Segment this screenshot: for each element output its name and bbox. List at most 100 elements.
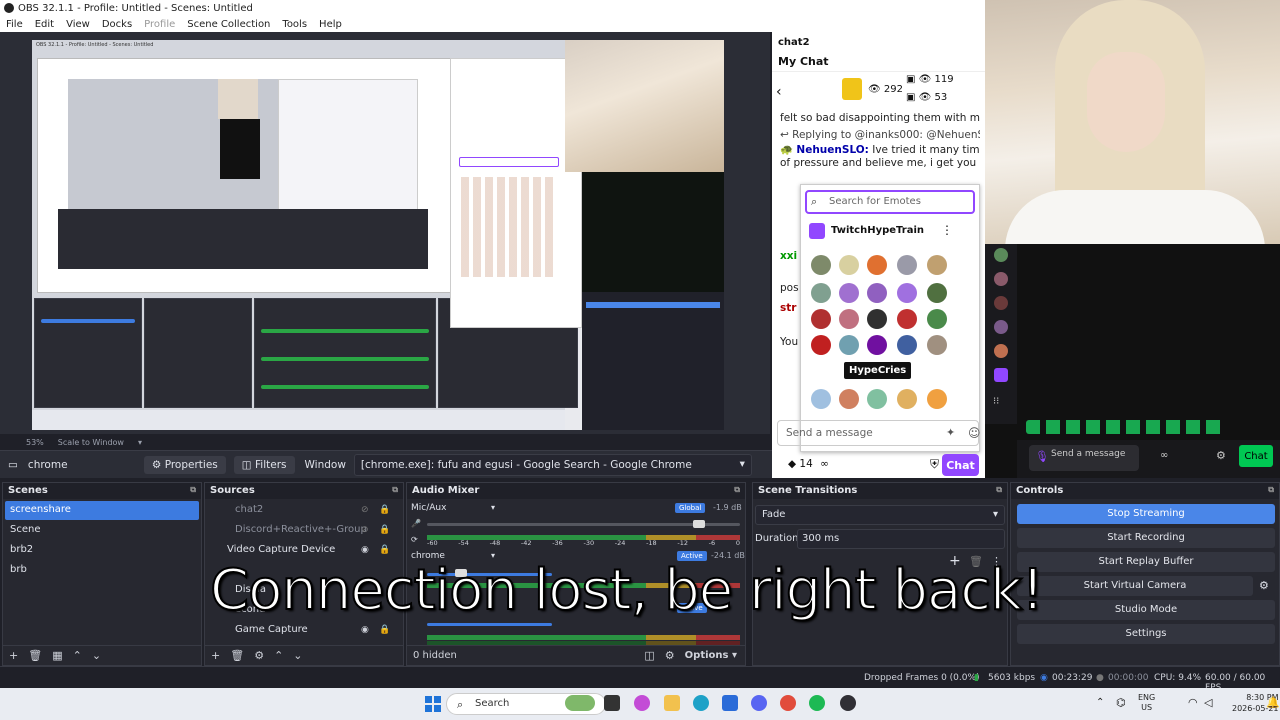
file-explorer-icon[interactable]	[664, 695, 680, 711]
filters-button[interactable]: ◫ Filters	[233, 455, 295, 474]
discord-icon[interactable]	[751, 695, 767, 711]
source-item[interactable]: Game Capture	[207, 621, 401, 640]
preview-canvas[interactable]: OBS 32.1.1 - Profile: Untitled - Scenes:…	[32, 40, 724, 430]
eye-icon[interactable]: ◉	[361, 625, 369, 635]
stream-chat-button[interactable]: Chat	[1239, 445, 1273, 467]
volume-slider-knob[interactable]	[693, 520, 705, 528]
shield-icon[interactable]: ⛨	[930, 457, 939, 472]
chevron-down-icon: ▾	[992, 509, 998, 520]
scenes-footer: + 🗑 ▦ ⌃ ⌄	[3, 645, 201, 665]
options-button[interactable]: Options ▾	[685, 650, 737, 661]
hidden-count: 0 hidden	[413, 650, 457, 661]
store-icon[interactable]	[722, 695, 738, 711]
menu-file[interactable]: File	[0, 19, 29, 30]
scene-item[interactable]: brb2	[5, 541, 199, 560]
emote-search-input[interactable]: Search for Emotes	[805, 190, 975, 214]
lock-icon[interactable]: 🔒	[379, 545, 390, 555]
chevron-up-icon[interactable]: ⌃	[1096, 697, 1104, 708]
move-up-icon[interactable]: ⌃	[73, 649, 82, 662]
duration-input[interactable]: 300 ms	[797, 529, 1005, 549]
undock-icon[interactable]: ⧉	[190, 485, 196, 495]
copilot-icon[interactable]	[634, 695, 650, 711]
zoom-level[interactable]: 53%	[26, 438, 44, 447]
add-icon[interactable]: +	[9, 649, 18, 662]
mic-icon[interactable]: 🎤	[411, 519, 421, 528]
mic-icon[interactable]: 🎙	[1035, 450, 1049, 463]
window-select[interactable]: [chrome.exe]: fufu and egusi - Google Se…	[353, 453, 752, 476]
wifi-icon[interactable]: ◠	[1188, 696, 1198, 709]
mixer-gear-icon[interactable]: ⚙	[665, 649, 675, 662]
chat-bottom-bar: ◆ 14 ∞ ⛨ ⚙ Chat	[772, 450, 985, 478]
edge-icon[interactable]	[693, 695, 709, 711]
chat-title: My Chat	[772, 52, 985, 72]
lock-icon[interactable]: 🔒	[379, 625, 390, 635]
undock-icon[interactable]: ⧉	[996, 485, 1002, 495]
move-up-icon[interactable]: ⌃	[274, 649, 283, 662]
chat-send-button[interactable]: Chat	[942, 454, 979, 476]
virtual-camera-gear-icon[interactable]: ⚙	[1259, 579, 1269, 592]
volume-icon[interactable]: ◁	[1204, 696, 1212, 709]
eye-icon[interactable]: ◉	[361, 545, 369, 555]
notifications-icon[interactable]: 🔔	[1266, 696, 1280, 709]
settings-button[interactable]: Settings	[1017, 624, 1275, 644]
settings-gear-icon[interactable]: ⚙	[1216, 449, 1226, 462]
duration-label: Duration	[755, 533, 799, 544]
menu-scene-collection[interactable]: Scene Collection	[181, 19, 276, 30]
chevron-down-icon[interactable]: ▾	[138, 438, 142, 447]
move-down-icon[interactable]: ⌄	[92, 649, 101, 662]
stop-streaming-button[interactable]: Stop Streaming	[1017, 504, 1275, 524]
properties-button[interactable]: ⚙ Properties	[143, 455, 226, 474]
undock-icon[interactable]: ⧉	[734, 485, 740, 495]
chevron-down-icon[interactable]: ▾	[491, 503, 495, 512]
gear-icon[interactable]: ⚙	[254, 649, 264, 662]
more-options-icon[interactable]: ⋮	[941, 223, 953, 237]
layout-icon[interactable]: ◫	[644, 649, 654, 662]
language-indicator[interactable]: ENG US	[1138, 693, 1155, 713]
widget-icon[interactable]	[565, 695, 595, 711]
points-display[interactable]: ◆ 14 ∞	[788, 458, 829, 470]
speaker-icon[interactable]: ⟳	[411, 535, 418, 544]
add-icon[interactable]: +	[211, 649, 220, 662]
emote-tooltip: HypeCries	[844, 362, 912, 379]
network-icon[interactable]: ⌬	[1116, 696, 1126, 709]
windows-start-icon[interactable]	[425, 696, 441, 712]
emoji-icon[interactable]: ☺	[968, 426, 981, 440]
mini-obs-title: OBS 32.1.1 - Profile: Untitled - Scenes:…	[36, 42, 154, 48]
trash-icon[interactable]: 🗑	[28, 649, 42, 662]
scale-mode[interactable]: Scale to Window	[58, 438, 124, 447]
source-item[interactable]: Discord+Reactive+-Group	[207, 521, 401, 540]
lock-icon[interactable]: 🔒	[379, 525, 390, 535]
chrome-icon[interactable]	[780, 695, 796, 711]
menu-tools[interactable]: Tools	[276, 19, 313, 30]
move-down-icon[interactable]: ⌄	[293, 649, 302, 662]
transition-select[interactable]: Fade ▾	[755, 505, 1005, 525]
menu-profile[interactable]: Profile	[138, 19, 181, 30]
grid-icon[interactable]: ⁝⁝	[993, 396, 999, 407]
trash-icon[interactable]: 🗑	[230, 649, 244, 662]
start-recording-button[interactable]: Start Recording	[1017, 528, 1275, 548]
spotify-icon[interactable]	[809, 695, 825, 711]
people-icon[interactable]: ∞	[1160, 450, 1168, 461]
search-icon: ⌕	[811, 195, 818, 208]
scene-item[interactable]: Scene	[5, 521, 199, 540]
menu-help[interactable]: Help	[313, 19, 348, 30]
source-item[interactable]: chat2	[207, 501, 401, 520]
lock-icon[interactable]: 🔒	[379, 505, 390, 515]
undock-icon[interactable]: ⧉	[1268, 485, 1274, 495]
menu-docks[interactable]: Docks	[96, 19, 138, 30]
volume-slider[interactable]	[427, 623, 552, 626]
menu-view[interactable]: View	[60, 19, 96, 30]
obs-icon[interactable]	[840, 695, 856, 711]
scene-item[interactable]: brb	[5, 561, 199, 580]
back-chevron-icon[interactable]: ‹	[776, 84, 782, 100]
filter-icon[interactable]: ▦	[52, 649, 62, 662]
magic-icon[interactable]: ✦	[946, 426, 955, 439]
hidden-eye-icon[interactable]: ⊘	[361, 505, 369, 515]
chat-window: chat2 My Chat ‹ 👁 292 ▣ 👁 119 ▣ 👁 53 fel…	[772, 32, 985, 478]
menu-edit[interactable]: Edit	[29, 19, 60, 30]
task-view-icon[interactable]	[604, 695, 620, 711]
scene-item[interactable]: screenshare	[5, 501, 199, 520]
undock-icon[interactable]: ⧉	[392, 485, 398, 495]
preview-zoom-row: 53% Scale to Window ▾	[0, 434, 770, 450]
hidden-eye-icon[interactable]: ⊘	[361, 525, 369, 535]
